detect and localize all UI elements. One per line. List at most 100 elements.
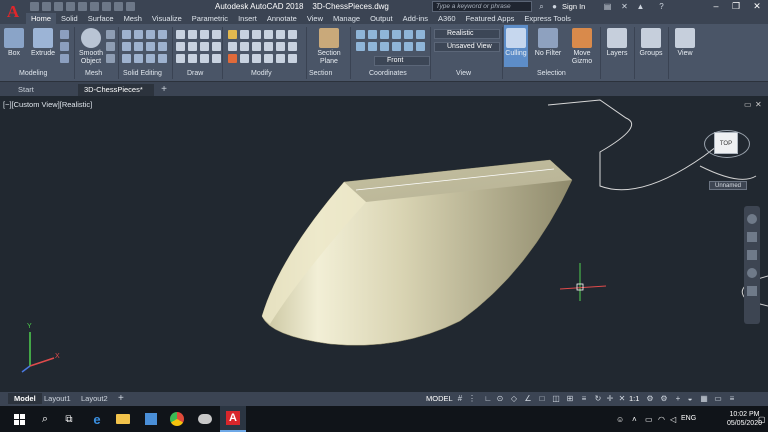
circle-icon[interactable] [212, 30, 221, 39]
clean-screen-icon[interactable]: ▭ [714, 395, 722, 403]
array-icon[interactable] [276, 42, 285, 51]
spline-icon[interactable] [200, 42, 209, 51]
a360-icon[interactable]: ▲ [636, 2, 645, 11]
app-icon[interactable] [192, 406, 218, 432]
offset-icon[interactable] [288, 42, 297, 51]
ucs-object-icon[interactable] [380, 42, 389, 51]
revolve-icon[interactable] [60, 42, 69, 51]
move-gizmo-button[interactable]: Move Gizmo [566, 28, 598, 66]
viewport-close-icon[interactable]: ✕ [755, 100, 762, 109]
application-menu-button[interactable]: A [0, 0, 26, 24]
boundary-icon[interactable] [212, 54, 221, 63]
annotation-scale[interactable]: 1:1 [629, 394, 639, 403]
join-icon[interactable] [288, 54, 297, 63]
panel-label-coordinates[interactable]: Coordinates [369, 70, 407, 77]
share-icon[interactable] [126, 2, 135, 11]
subtract-icon[interactable] [134, 30, 143, 39]
explode-icon[interactable] [240, 42, 249, 51]
ucs-icon-settings-icon[interactable] [416, 42, 425, 51]
layers-button[interactable]: Layers [604, 28, 630, 58]
grid-icon[interactable]: # [456, 395, 464, 403]
cart-icon[interactable]: ▤ [603, 2, 612, 11]
dynamic-ucs-icon[interactable]: ⊞ [566, 395, 574, 403]
start-button[interactable] [6, 406, 32, 432]
ribbon-tab-surface[interactable]: Surface [83, 13, 119, 24]
zoom-icon[interactable] [747, 250, 757, 260]
show-hidden-icons[interactable]: ˄ [632, 415, 637, 424]
box-button[interactable]: Box [4, 28, 24, 58]
fillet-icon[interactable] [228, 42, 237, 51]
groups-button[interactable]: Groups [638, 28, 664, 58]
stretch-icon[interactable] [252, 42, 261, 51]
settings-icon[interactable]: ⚙ [646, 395, 654, 403]
panel-label-solid-editing[interactable]: Solid Editing [123, 70, 162, 77]
imprint-icon[interactable] [146, 42, 155, 51]
smooth-more-icon[interactable] [106, 30, 115, 39]
battery-icon[interactable]: ▭ [645, 415, 653, 424]
ribbon-tab-annotate[interactable]: Annotate [262, 13, 302, 24]
mirror-icon[interactable] [288, 30, 297, 39]
panel-label-draw[interactable]: Draw [187, 70, 203, 77]
ucs-z-icon[interactable] [416, 30, 425, 39]
print-icon[interactable] [90, 2, 99, 11]
network-icon[interactable]: ◠ [658, 415, 665, 424]
redo-icon[interactable] [114, 2, 123, 11]
task-view-icon[interactable]: ⧉ [56, 406, 82, 432]
ellipse-icon[interactable] [212, 42, 221, 51]
ribbon-tab-output[interactable]: Output [365, 13, 398, 24]
search-icon[interactable]: ⌕ [32, 406, 58, 432]
visual-style-select[interactable]: Realistic [434, 29, 500, 39]
save-as-icon[interactable] [66, 2, 75, 11]
interfere-icon[interactable] [158, 30, 167, 39]
volume-icon[interactable]: ◁ [670, 415, 676, 424]
system-clock[interactable]: 10:02 PM 05/05/2020 [727, 410, 762, 428]
panel-label-modify[interactable]: Modify [251, 70, 272, 77]
move-icon[interactable] [228, 30, 237, 39]
save-icon[interactable] [54, 2, 63, 11]
open-icon[interactable] [42, 2, 51, 11]
file-explorer-icon[interactable] [110, 406, 136, 432]
rotate-icon[interactable] [240, 30, 249, 39]
point-icon[interactable] [188, 54, 197, 63]
new-icon[interactable] [30, 2, 39, 11]
search-icon[interactable]: ⌕ [537, 2, 546, 11]
search-input[interactable]: Type a keyword or phrase [432, 1, 532, 12]
help-icon[interactable]: ? [657, 2, 666, 11]
layout-tab-model[interactable]: Model [8, 393, 42, 404]
3d-osnap-icon[interactable]: ◫ [552, 395, 560, 403]
scale-icon[interactable] [264, 42, 273, 51]
panel-label-view[interactable]: View [456, 70, 471, 77]
3d-move-icon[interactable] [228, 54, 237, 63]
ribbon-tab-mesh[interactable]: Mesh [119, 13, 147, 24]
rectangle-icon[interactable] [176, 42, 185, 51]
user-icon[interactable]: ● [550, 2, 559, 11]
polar-icon[interactable]: ⊙ [496, 395, 504, 403]
ribbon-tab-parametric[interactable]: Parametric [187, 13, 233, 24]
language-indicator[interactable]: ENG [681, 415, 696, 422]
ucs-view-icon[interactable] [368, 42, 377, 51]
ucs-x-icon[interactable] [392, 30, 401, 39]
restore-button[interactable]: ❐ [726, 0, 746, 13]
drawing-viewport[interactable]: [−][Custom View][Realistic] Y X ▭ ✕ TOP … [0, 96, 768, 392]
no-filter-button[interactable]: No Filter [532, 28, 564, 58]
file-tab-start[interactable]: Start [12, 84, 72, 96]
smooth-object-button[interactable]: Smooth Object [78, 28, 104, 66]
region-icon[interactable] [200, 54, 209, 63]
ribbon-tab-add-ins[interactable]: Add-ins [398, 13, 433, 24]
ucs-world-icon[interactable] [368, 30, 377, 39]
3d-rotate-icon[interactable] [240, 54, 249, 63]
intersect-icon[interactable] [146, 30, 155, 39]
helix-icon[interactable] [176, 54, 185, 63]
view-direction-select[interactable]: Front [374, 56, 430, 66]
fillet-edges-icon[interactable] [146, 54, 155, 63]
gizmo-icon[interactable]: ✛ [606, 395, 614, 403]
saved-view-select[interactable]: Unsaved View [434, 42, 500, 52]
ribbon-tab-solid[interactable]: Solid [56, 13, 83, 24]
line-icon[interactable] [176, 30, 185, 39]
panel-label-selection[interactable]: Selection [537, 70, 566, 77]
people-icon[interactable]: ☺ [616, 415, 624, 424]
autocad-taskbar-icon[interactable]: A [220, 406, 246, 432]
object-snap-tracking-icon[interactable]: ∠ [524, 395, 532, 403]
slice-icon[interactable] [122, 42, 131, 51]
viewcube-top-face[interactable]: TOP [714, 132, 738, 154]
